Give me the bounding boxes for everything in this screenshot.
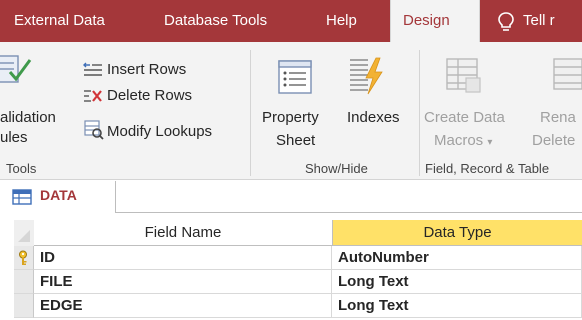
field-name-cell[interactable]: ID <box>34 246 332 270</box>
insert-rows-label: Insert Rows <box>107 61 187 78</box>
row-selector[interactable] <box>14 270 34 294</box>
tab-external-data[interactable]: External Data <box>14 0 105 42</box>
tell-me-label: Tell r <box>523 12 555 29</box>
tab-database-tools[interactable]: Database Tools <box>164 0 267 42</box>
ribbon: alidation ules Insert Rows Delete Rows M… <box>0 42 582 180</box>
primary-key-icon <box>19 250 27 265</box>
rename-delete-label-line2: Delete <box>532 132 576 149</box>
modify-lookups-label: Modify Lookups <box>107 123 213 140</box>
group-divider <box>250 50 251 176</box>
create-data-macros-label-line2: Macros ▾ <box>434 132 493 149</box>
indexes-label: Indexes <box>347 109 400 126</box>
row-selector[interactable] <box>14 246 34 270</box>
create-data-macros-label-line1: Create Data <box>424 109 505 126</box>
validation-rules-label-line2: ules <box>0 129 28 146</box>
table-row[interactable]: FILE Long Text <box>0 270 582 294</box>
tools-group-label: Tools <box>6 161 37 176</box>
rename-delete-macro-icon <box>553 58 582 90</box>
validation-rules-icon <box>0 55 32 83</box>
insert-rows-icon <box>83 62 102 76</box>
property-sheet-icon <box>278 60 312 94</box>
object-tab-data[interactable]: DATA <box>0 181 116 213</box>
data-type-cell[interactable]: Long Text <box>332 294 582 318</box>
field-record-table-group-label: Field, Record & Table <box>425 161 550 176</box>
delete-rows-label: Delete Rows <box>107 87 193 104</box>
group-divider <box>419 50 420 176</box>
column-header-data-type[interactable]: Data Type <box>332 220 582 246</box>
table-row[interactable]: EDGE Long Text <box>0 294 582 318</box>
data-type-cell[interactable]: Long Text <box>332 270 582 294</box>
property-sheet-label-line2: Sheet <box>276 132 316 149</box>
field-name-cell[interactable]: EDGE <box>34 294 332 318</box>
object-tab-bar: DATA <box>0 181 582 213</box>
create-data-macros-icon <box>446 58 481 93</box>
row-selector[interactable] <box>14 294 34 318</box>
object-tab-label: DATA <box>40 187 77 203</box>
field-name-cell[interactable]: FILE <box>34 270 332 294</box>
indexes-icon <box>350 57 383 95</box>
table-row[interactable]: ID AutoNumber <box>0 246 582 270</box>
lightbulb-icon <box>498 12 514 31</box>
property-sheet-label-line1: Property <box>262 109 319 126</box>
validation-rules-label-line1: alidation <box>0 109 56 126</box>
tab-help[interactable]: Help <box>326 0 357 42</box>
modify-lookups-icon <box>84 120 104 140</box>
chevron-down-icon: ▾ <box>487 137 493 148</box>
table-design-grid: Field Name Data Type ID AutoNumber FILE … <box>0 214 582 320</box>
select-all-corner[interactable] <box>14 220 34 246</box>
data-type-cell[interactable]: AutoNumber <box>332 246 582 270</box>
rename-delete-label-line1: Rena <box>540 109 576 126</box>
column-header-field-name[interactable]: Field Name <box>34 220 332 246</box>
delete-rows-icon <box>84 90 102 102</box>
show-hide-group-label: Show/Hide <box>305 161 368 176</box>
table-icon <box>12 189 32 205</box>
tab-design[interactable]: Design <box>390 0 480 42</box>
tab-baseline <box>116 212 582 213</box>
ribbon-tab-bar: External Data Database Tools Help Design… <box>0 0 582 42</box>
